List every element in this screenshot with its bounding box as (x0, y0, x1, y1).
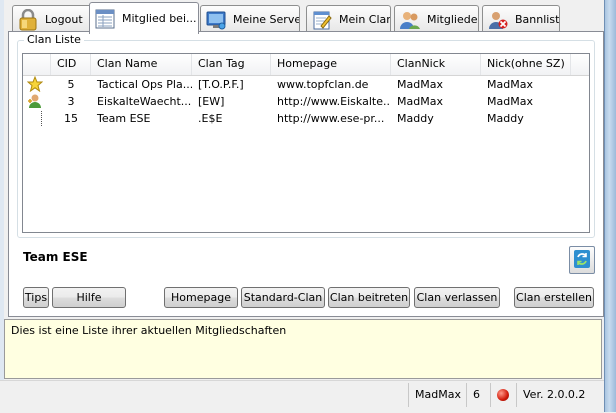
tab-label: Mein Clan (339, 13, 391, 26)
tab-label: Logout (45, 13, 83, 26)
cell-nick: Maddy (487, 112, 524, 125)
tab-bannliste[interactable]: Bannliste (482, 5, 560, 33)
table-row[interactable]: 5 Tactical Ops Pla... [T.O.P.F.] www.top… (23, 76, 589, 93)
homepage-button[interactable]: Homepage (164, 287, 238, 308)
connection-status-icon (497, 389, 509, 401)
column-header-clan-tag[interactable]: Clan Tag (192, 54, 271, 75)
refresh-icon (573, 249, 591, 272)
column-header-homepage[interactable]: Homepage (271, 54, 391, 75)
clan-list-group: Clan Liste CID Clan Name Clan Tag Homepa… (17, 33, 595, 238)
column-header-nick-ohne-sz[interactable]: Nick(ohne SZ) (481, 54, 571, 75)
cell-nick: MadMax (487, 95, 533, 108)
cell-clannick: MadMax (397, 95, 443, 108)
clan-list-view[interactable]: CID Clan Name Clan Tag Homepage ClanNick… (22, 53, 590, 233)
notepad-pencil-icon (311, 9, 333, 31)
tips-button[interactable]: Tips (23, 287, 49, 308)
tab-mitglieder[interactable]: Mitglieder (394, 5, 479, 33)
info-text: Dies ist eine Liste ihrer aktuellen Mitg… (11, 324, 287, 337)
cell-cid: 3 (67, 95, 75, 108)
cell-clannick: Maddy (397, 112, 434, 125)
clan-verlassen-button[interactable]: Clan verlassen (414, 287, 500, 308)
column-header-clannick[interactable]: ClanNick (391, 54, 481, 75)
tab-bar: Logout Mitglied bei... Meine Server Mein… (8, 2, 604, 34)
tab-label: Bannliste (515, 13, 560, 26)
clan-beitreten-button[interactable]: Clan beitreten (328, 287, 410, 308)
cell-clan-name: Team ESE (97, 112, 151, 125)
cell-clan-tag: .E$E (198, 112, 223, 125)
table-row[interactable]: 3 EiskalteWaecht... [EW] http://www.Eisk… (23, 93, 589, 110)
info-text-area: Dies ist eine Liste ihrer aktuellen Mitg… (4, 319, 602, 379)
tab-mein-clan[interactable]: Mein Clan (306, 5, 391, 33)
server-icon (205, 9, 227, 31)
membership-list-icon (94, 8, 116, 30)
cell-clan-tag: [T.O.P.F.] (198, 78, 244, 91)
cell-clannick: MadMax (397, 78, 443, 91)
clan-erstellen-button[interactable]: Clan erstellen (514, 287, 594, 308)
tab-meine-server[interactable]: Meine Server (200, 5, 300, 33)
table-row[interactable]: 15 Team ESE .E$E http://www.ese-pr... Ma… (23, 110, 589, 127)
column-header-clan-name[interactable]: Clan Name (91, 54, 192, 75)
padlock-icon (17, 8, 39, 31)
cell-clan-tag: [EW] (198, 95, 225, 108)
status-indicator (490, 383, 516, 407)
cell-nick: MadMax (487, 78, 533, 91)
status-bar: MadMax 6 Ver. 2.0.0.2 (0, 380, 604, 413)
star-icon (23, 76, 51, 93)
column-header-cid[interactable]: CID (51, 54, 91, 75)
tab-mitglied-bei[interactable]: Mitglied bei... (89, 2, 199, 34)
user-add-icon (23, 93, 51, 110)
status-version: Ver. 2.0.0.2 (516, 383, 604, 407)
ban-user-icon (487, 9, 509, 31)
status-count: 6 (466, 383, 490, 407)
cell-homepage: www.topfclan.de (277, 78, 369, 91)
tab-logout[interactable]: Logout (12, 5, 92, 33)
column-header-icon[interactable] (23, 54, 51, 75)
tab-label: Meine Server (233, 13, 300, 26)
standard-clan-button[interactable]: Standard-Clan (241, 287, 325, 308)
tab-panel-mitglied-bei: Clan Liste CID Clan Name Clan Tag Homepa… (8, 31, 604, 317)
status-username: MadMax (408, 383, 466, 407)
cell-clan-name: Tactical Ops Pla... (97, 78, 192, 91)
tab-label: Mitglied bei... (122, 12, 197, 25)
tab-label: Mitglieder (427, 13, 479, 26)
cell-homepage: http://www.ese-pr... (277, 112, 385, 125)
cell-clan-name: EiskalteWaecht... (97, 95, 192, 108)
group-title: Clan Liste (24, 33, 84, 46)
cell-cid: 5 (67, 78, 75, 91)
window-right-border (604, 0, 616, 412)
cell-cid: 15 (64, 112, 78, 125)
row-focus-marker (23, 110, 51, 127)
list-header: CID Clan Name Clan Tag Homepage ClanNick… (23, 54, 589, 76)
hilfe-button[interactable]: Hilfe (52, 287, 126, 308)
refresh-button[interactable] (569, 246, 595, 274)
selected-clan-name: Team ESE (23, 250, 88, 264)
cell-homepage: http://www.Eiskalte... (277, 95, 391, 108)
members-icon (399, 9, 421, 31)
